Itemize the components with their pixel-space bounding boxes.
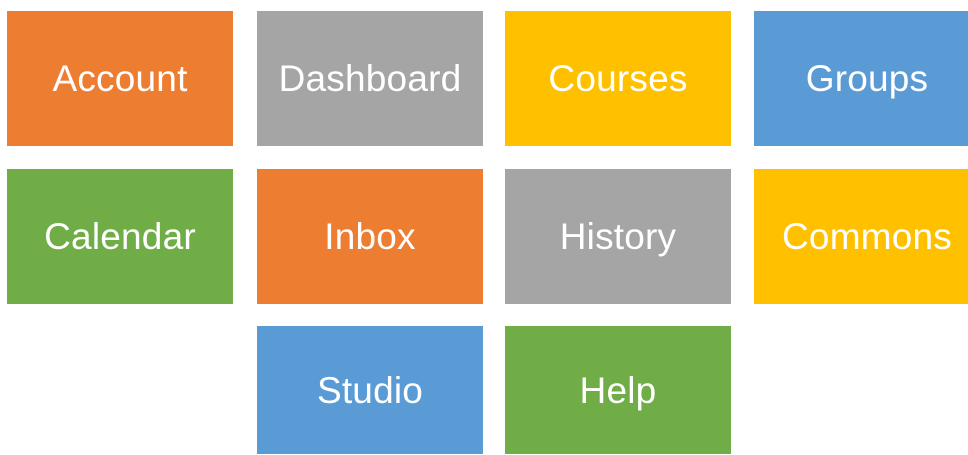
history-tile-label: History [559, 216, 677, 257]
groups-tile[interactable]: Groups [754, 11, 968, 146]
help-tile-label: Help [579, 369, 657, 411]
courses-tile[interactable]: Courses [505, 11, 731, 146]
dashboard-tile[interactable]: Dashboard [257, 11, 483, 146]
studio-tile-label: Studio [316, 369, 424, 411]
navigation-tile-grid: Account Dashboard Courses Groups Calenda… [0, 0, 968, 455]
history-tile[interactable]: History [505, 169, 731, 304]
account-tile[interactable]: Account [7, 11, 233, 146]
commons-tile-label: Commons [782, 216, 952, 257]
studio-tile[interactable]: Studio [257, 326, 483, 454]
dashboard-tile-label: Dashboard [278, 58, 462, 99]
calendar-tile-label: Calendar [44, 216, 196, 257]
inbox-tile[interactable]: Inbox [257, 169, 483, 304]
groups-tile-label: Groups [805, 58, 929, 99]
courses-tile-label: Courses [548, 58, 688, 99]
inbox-tile-label: Inbox [324, 216, 416, 257]
commons-tile[interactable]: Commons [754, 169, 968, 304]
account-tile-label: Account [52, 58, 188, 99]
calendar-tile[interactable]: Calendar [7, 169, 233, 304]
help-tile[interactable]: Help [505, 326, 731, 454]
